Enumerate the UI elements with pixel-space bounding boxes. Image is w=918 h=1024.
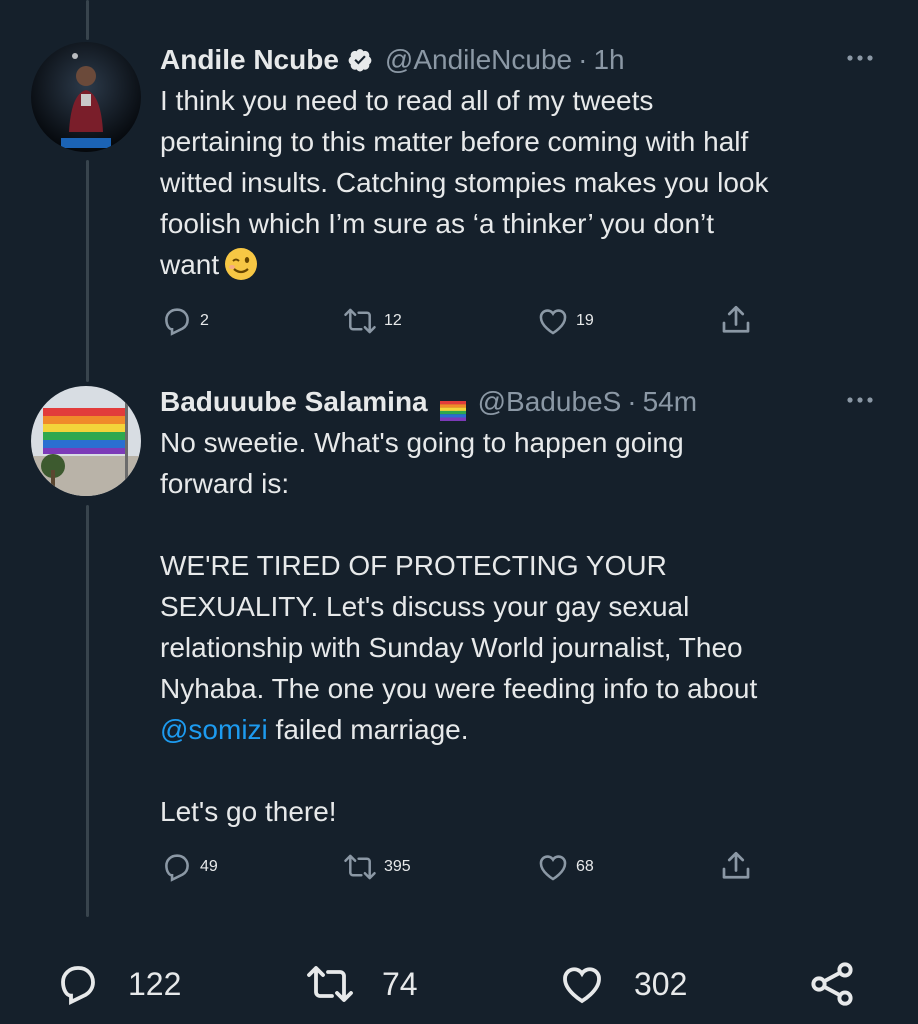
tweet-andile[interactable]: Andile Ncube @AndileNcube · 1h I think y… <box>0 0 918 380</box>
reply-count: 2 <box>200 312 209 329</box>
verified-icon <box>347 47 373 73</box>
share-button[interactable] <box>806 958 858 1010</box>
text-line: @somizi failed marriage. <box>160 709 880 750</box>
reply-icon <box>61 966 95 1006</box>
timestamp[interactable]: 1h <box>593 40 624 80</box>
text-line: relationship with Sunday World journalis… <box>160 632 743 663</box>
like-button[interactable]: 302 <box>556 960 687 1008</box>
separator-dot: · <box>627 386 637 417</box>
retweet-count: 395 <box>384 858 411 875</box>
text-line: pertaining to this matter before coming … <box>160 126 749 157</box>
text-line: SEXUALITY. Let's discuss your gay sexual <box>160 591 690 622</box>
display-name[interactable]: Andile Ncube <box>160 40 339 80</box>
text-line: forward is: <box>160 468 290 499</box>
tweet-body: Baduuube Salamina @BadubeS · 54m No swee… <box>160 382 880 832</box>
share-button[interactable] <box>718 848 754 884</box>
text-line: No sweetie. What's going to happen going <box>160 427 684 458</box>
text-line: want <box>160 244 880 285</box>
reply-icon <box>165 854 189 882</box>
display-name[interactable]: Baduuube Salamina <box>160 382 428 422</box>
handle[interactable]: @BadubeS <box>478 382 622 422</box>
winking-face-emoji <box>223 246 259 282</box>
share-button[interactable] <box>718 302 754 338</box>
like-button[interactable]: 19 <box>536 304 594 338</box>
like-count: 68 <box>576 858 594 875</box>
retweet-count: 12 <box>384 312 402 329</box>
tweet-text: I think you need to read all of my tweet… <box>160 80 880 285</box>
retweet-button[interactable]: 395 <box>342 850 411 884</box>
handle[interactable]: @AndileNcube <box>385 40 572 80</box>
tweet-text: No sweetie. What's going to happen going… <box>160 422 880 832</box>
text-after-mention: failed marriage. <box>267 714 469 745</box>
retweet-icon <box>344 854 376 880</box>
like-icon <box>563 967 601 1004</box>
mention-link[interactable]: @somizi <box>160 714 268 745</box>
text-line: witted insults. Catching stompies makes … <box>160 167 769 198</box>
like-count: 302 <box>634 965 688 1002</box>
share-icon <box>811 962 853 1006</box>
share-icon <box>722 851 750 879</box>
reply-button[interactable]: 122 <box>54 960 181 1008</box>
text-line: Nyhaba. The one you were feeding info to… <box>160 673 758 704</box>
text-last-word: want <box>160 249 220 280</box>
retweet-icon <box>307 966 353 1002</box>
rainbow-flag-icon <box>439 392 466 421</box>
retweet-icon <box>344 308 376 334</box>
reply-button[interactable]: 49 <box>160 850 218 884</box>
avatar[interactable] <box>31 386 141 496</box>
tweet-header: Andile Ncube @AndileNcube · 1h <box>160 40 880 80</box>
like-button[interactable]: 68 <box>536 850 594 884</box>
text-line: Let's go there! <box>160 796 337 827</box>
timestamp[interactable]: 54m <box>643 382 697 422</box>
text-line: foolish which I’m sure as ‘a thinker’ yo… <box>160 208 715 239</box>
more-icon[interactable] <box>840 48 880 68</box>
retweet-button[interactable]: 74 <box>304 960 418 1008</box>
reply-count: 49 <box>200 858 218 875</box>
reply-count: 122 <box>128 965 182 1002</box>
reply-button[interactable]: 2 <box>160 304 209 338</box>
retweet-count: 74 <box>382 965 418 1002</box>
like-icon <box>539 309 567 335</box>
tweet-header: Baduuube Salamina @BadubeS · 54m <box>160 382 880 422</box>
like-count: 19 <box>576 312 594 329</box>
like-icon <box>539 855 567 881</box>
tweet-baduuube[interactable]: Baduuube Salamina @BadubeS · 54m No swee… <box>0 380 918 940</box>
text-line: WE'RE TIRED OF PROTECTING YOUR <box>160 550 667 581</box>
retweet-button[interactable]: 12 <box>342 304 402 338</box>
more-icon[interactable] <box>840 390 880 410</box>
avatar[interactable] <box>31 42 141 152</box>
bottom-action-bar: 122 74 302 <box>0 948 918 1024</box>
tweet-body: Andile Ncube @AndileNcube · 1h I think y… <box>160 40 880 285</box>
share-icon <box>722 305 750 333</box>
separator-dot: · <box>578 44 588 75</box>
text-line: I think you need to read all of my tweet… <box>160 85 654 116</box>
reply-icon <box>165 308 189 336</box>
